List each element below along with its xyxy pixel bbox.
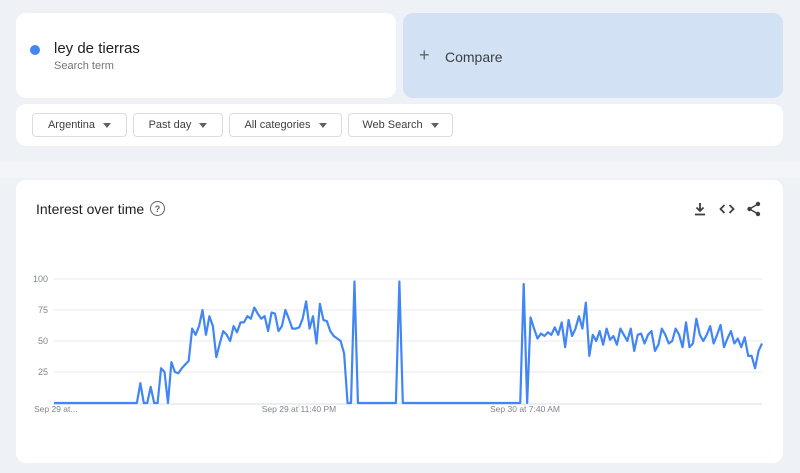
x-tick-label: Sep 30 at 7:40 AM	[490, 404, 560, 414]
caret-down-icon	[318, 122, 327, 128]
search-term-sublabel: Search term	[54, 60, 114, 72]
time-filter-label: Past day	[148, 119, 192, 131]
section-divider	[0, 162, 800, 178]
search-term-name[interactable]: ley de tierras	[54, 40, 140, 57]
x-axis-ticks: Sep 29 at... Sep 29 at 11:40 PM Sep 30 at …	[34, 404, 560, 414]
y-tick-label: 50	[38, 336, 48, 346]
x-tick-label: Sep 29 at 11:40 PM	[262, 404, 337, 414]
search-term-card[interactable]: ley de tierras Search term	[16, 13, 396, 98]
y-tick-label: 100	[33, 274, 48, 284]
caret-down-icon	[199, 122, 208, 128]
y-tick-label: 25	[38, 367, 48, 377]
region-filter-dropdown[interactable]: Argentina	[32, 113, 127, 137]
category-filter-label: All categories	[244, 119, 311, 131]
y-tick-label: 75	[38, 305, 48, 315]
series-line-ley-de-tierras	[54, 280, 763, 405]
series-color-dot	[30, 45, 40, 55]
line-chart: 100 75 50 25 Sep 29 at... Sep 29 at 11:40 PM…	[33, 274, 763, 414]
y-axis-ticks: 100 75 50 25	[33, 274, 48, 377]
caret-down-icon	[430, 122, 439, 128]
filter-bar: Argentina Past day All categories Web Se…	[16, 104, 783, 146]
region-filter-label: Argentina	[47, 119, 96, 131]
compare-button[interactable]: + Compare	[403, 13, 783, 98]
search-type-filter-label: Web Search	[362, 119, 423, 131]
interest-over-time-card: Interest over time ? 100 75 50 25 Sep 29 at…	[16, 180, 783, 463]
category-filter-dropdown[interactable]: All categories	[229, 113, 342, 137]
time-filter-dropdown[interactable]: Past day	[133, 113, 223, 137]
x-tick-label: Sep 29 at...	[34, 404, 77, 414]
compare-label: Compare	[445, 49, 503, 65]
caret-down-icon	[103, 122, 112, 128]
search-type-filter-dropdown[interactable]: Web Search	[348, 113, 453, 137]
plus-icon: +	[419, 45, 430, 65]
